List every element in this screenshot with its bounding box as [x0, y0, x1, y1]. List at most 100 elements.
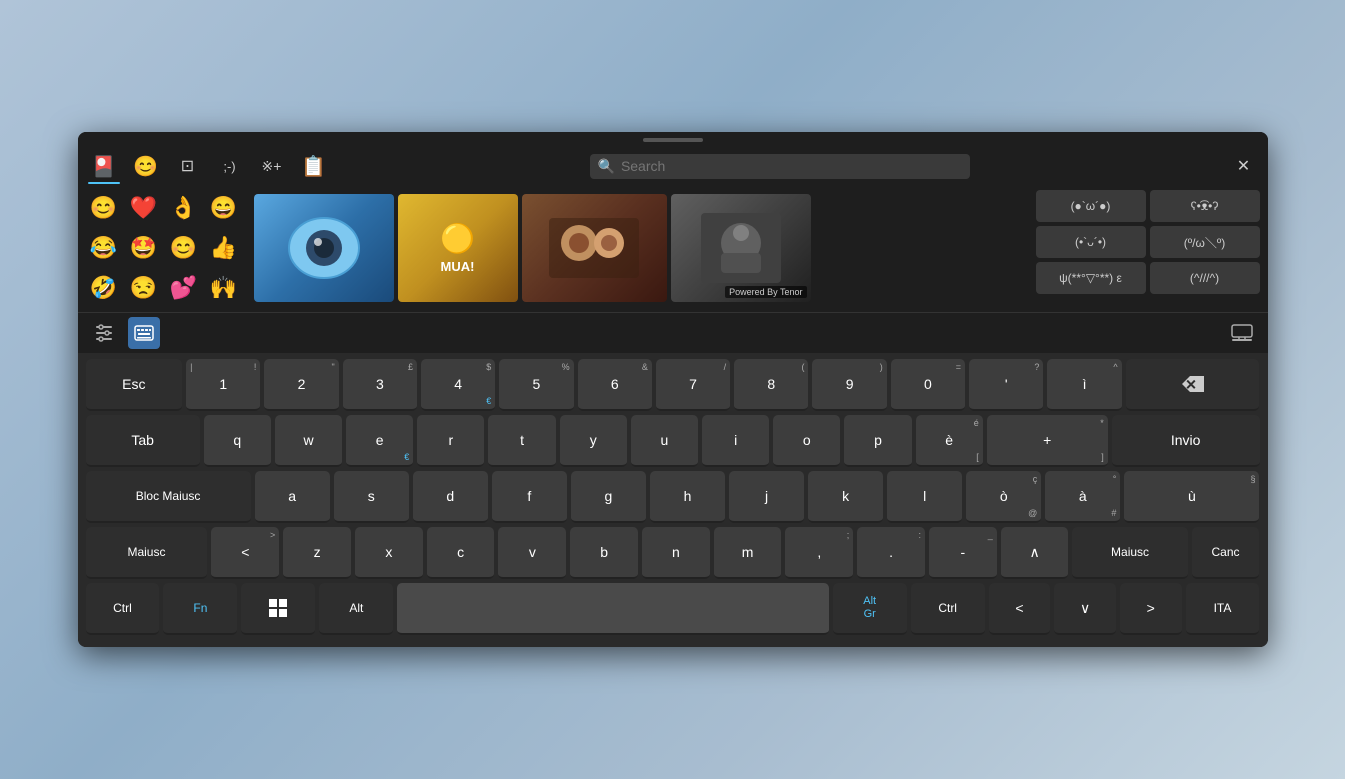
search-input[interactable] [621, 158, 962, 174]
key-arrow-left[interactable]: < [989, 583, 1051, 635]
emoji-item[interactable]: ❤️ [126, 190, 162, 226]
kaomoji-btn-4[interactable]: (º/ω＼º) [1150, 226, 1260, 258]
key-ctrl-right[interactable]: Ctrl [911, 583, 985, 635]
key-dot[interactable]: :. [857, 527, 925, 579]
emoji-item[interactable]: 🤩 [126, 230, 162, 266]
key-alt-left[interactable]: Alt [319, 583, 393, 635]
key-up[interactable]: ∧ [1001, 527, 1069, 579]
key-ctrl-left[interactable]: Ctrl [86, 583, 160, 635]
key-j[interactable]: j [729, 471, 804, 523]
search-box[interactable]: 🔍 [590, 154, 970, 179]
key-z[interactable]: z [283, 527, 351, 579]
key-bloc-maiusc[interactable]: Bloc Maiusc [86, 471, 251, 523]
key-ò[interactable]: çò@ [966, 471, 1041, 523]
key-minus[interactable]: _- [929, 527, 997, 579]
key-8[interactable]: (8 [734, 359, 808, 411]
key-è[interactable]: éè[ [916, 415, 983, 467]
emoji-item[interactable]: 🤣 [86, 270, 122, 306]
key-q[interactable]: q [204, 415, 271, 467]
key-y[interactable]: y [560, 415, 627, 467]
key-d[interactable]: d [413, 471, 488, 523]
key-maiusc-left[interactable]: Maiusc [86, 527, 208, 579]
close-button[interactable]: ✕ [1230, 152, 1258, 180]
key-esc[interactable]: Esc [86, 359, 183, 411]
key-maiusc-right[interactable]: Maiusc [1072, 527, 1187, 579]
key-3[interactable]: £3 [343, 359, 417, 411]
emoji-tab[interactable]: 🎴 [88, 150, 120, 182]
key-f[interactable]: f [492, 471, 567, 523]
key-v[interactable]: v [498, 527, 566, 579]
emoji-item[interactable]: 😊 [166, 230, 202, 266]
emoji-item[interactable]: 🙌 [206, 270, 242, 306]
key-backspace[interactable] [1126, 359, 1260, 411]
key-w[interactable]: w [275, 415, 342, 467]
key-ita[interactable]: ITA [1186, 583, 1260, 635]
key-ì[interactable]: ^ì [1047, 359, 1121, 411]
emoji-item[interactable]: 👌 [166, 190, 202, 226]
keyboard-settings-icon[interactable] [88, 317, 120, 349]
key-quote[interactable]: ?' [969, 359, 1043, 411]
drag-handle[interactable] [78, 132, 1268, 146]
emoji-item[interactable]: 😊 [86, 190, 122, 226]
kaomoji-btn-2[interactable]: ʕ•͡ᴥ•ʔ [1150, 190, 1260, 222]
key-a[interactable]: a [255, 471, 330, 523]
key-6[interactable]: &6 [578, 359, 652, 411]
key-canc[interactable]: Canc [1192, 527, 1260, 579]
key-4[interactable]: $4€ [421, 359, 495, 411]
key-lt[interactable]: >< [211, 527, 279, 579]
key-fn[interactable]: Fn [163, 583, 237, 635]
key-p[interactable]: p [844, 415, 911, 467]
symbols-tab[interactable]: ※+ [256, 150, 288, 182]
kaomoji-btn-3[interactable]: (•`ᴗ´•) [1036, 226, 1146, 258]
emoji-item[interactable]: 😄 [206, 190, 242, 226]
key-0[interactable]: =0 [891, 359, 965, 411]
key-b[interactable]: b [570, 527, 638, 579]
wink-tab[interactable]: ;-) [214, 150, 246, 182]
gif-item-3[interactable] [522, 194, 667, 302]
key-t[interactable]: t [488, 415, 555, 467]
key-m[interactable]: m [714, 527, 782, 579]
key-5[interactable]: %5 [499, 359, 573, 411]
key-n[interactable]: n [642, 527, 710, 579]
key-comma[interactable]: ;, [785, 527, 853, 579]
key-h[interactable]: h [650, 471, 725, 523]
key-s[interactable]: s [334, 471, 409, 523]
keyboard-layout-icon[interactable] [128, 317, 160, 349]
key-à[interactable]: °à# [1045, 471, 1120, 523]
key-c[interactable]: c [427, 527, 495, 579]
emoji-item[interactable]: 😒 [126, 270, 162, 306]
key-k[interactable]: k [808, 471, 883, 523]
emoji-item[interactable]: 💕 [166, 270, 202, 306]
kaomoji-btn-1[interactable]: (●`ω´●) [1036, 190, 1146, 222]
keyboard-dock-icon[interactable] [1226, 317, 1258, 349]
key-arrow-right[interactable]: > [1120, 583, 1182, 635]
key-i[interactable]: i [702, 415, 769, 467]
key-l[interactable]: l [887, 471, 962, 523]
key-invio[interactable]: Invio [1112, 415, 1260, 467]
gif-item-2[interactable]: 🟡 MUA! [398, 194, 518, 302]
key-arrow-down[interactable]: ∨ [1054, 583, 1116, 635]
key-u[interactable]: u [631, 415, 698, 467]
key-g[interactable]: g [571, 471, 646, 523]
gif-item-4[interactable]: Powered By Tenor [671, 194, 811, 302]
emoji-item[interactable]: 😂 [86, 230, 122, 266]
kaomoji-tab[interactable]: ⊡ [172, 150, 204, 182]
clipboard-tab[interactable]: 📋 [298, 150, 330, 182]
kaomoji-btn-5[interactable]: ψ(**°▽°**) ε [1036, 262, 1146, 294]
key-tab[interactable]: Tab [86, 415, 200, 467]
key-space[interactable] [397, 583, 828, 635]
key-x[interactable]: x [355, 527, 423, 579]
key-win[interactable] [241, 583, 315, 635]
key-altgr[interactable]: AltGr [833, 583, 907, 635]
emoji-item[interactable]: 👍 [206, 230, 242, 266]
key-e[interactable]: €e [346, 415, 413, 467]
key-2[interactable]: "2 [264, 359, 338, 411]
key-9[interactable]: )9 [812, 359, 886, 411]
key-r[interactable]: r [417, 415, 484, 467]
gif-item-1[interactable] [254, 194, 394, 302]
key-7[interactable]: /7 [656, 359, 730, 411]
kaomoji-btn-6[interactable]: (^///^) [1150, 262, 1260, 294]
smiley-tab[interactable]: 😊 [130, 150, 162, 182]
key-ù[interactable]: §ù [1124, 471, 1259, 523]
key-1[interactable]: |!1 [186, 359, 260, 411]
